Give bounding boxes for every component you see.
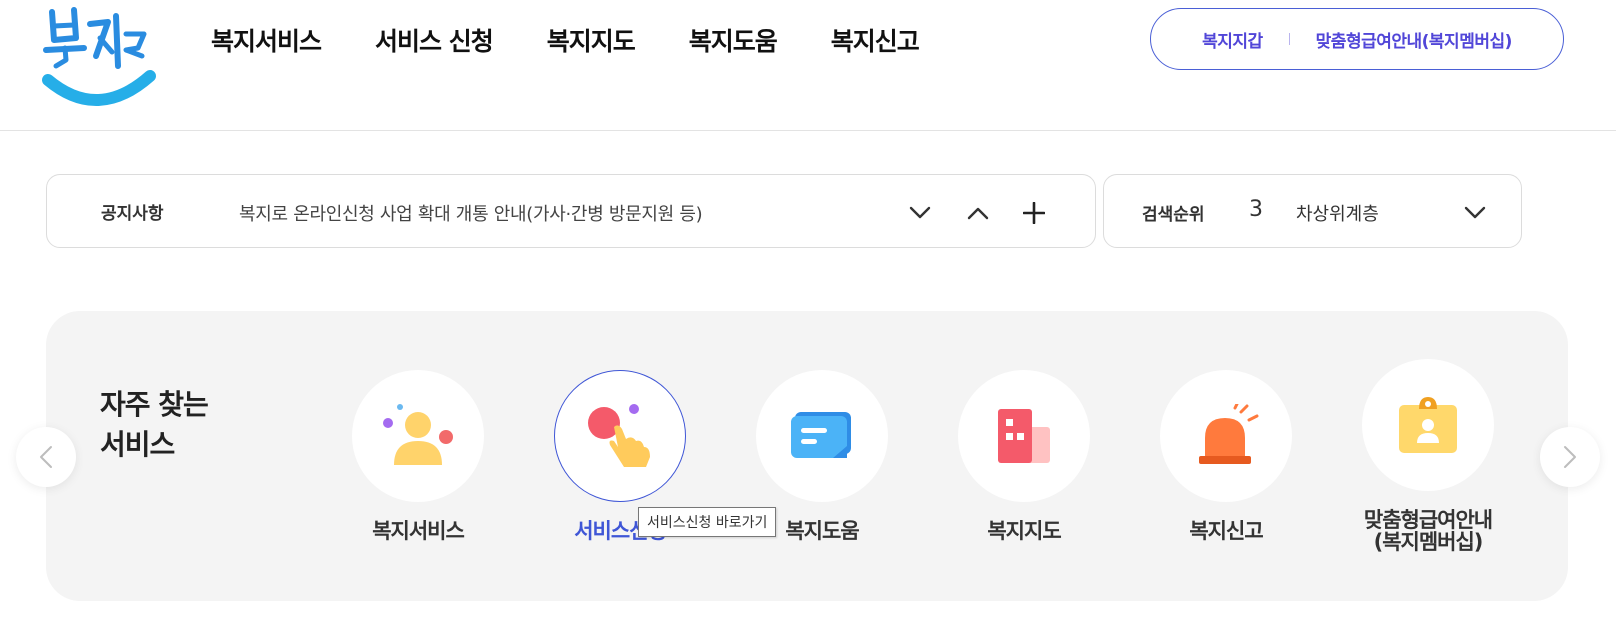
quick-item-welfare-report[interactable]: 복지신고 — [1126, 370, 1326, 542]
notice-text[interactable]: 복지로 온라인신청 사업 확대 개통 안내(가사·간병 방문지원 등) — [239, 200, 703, 226]
notice-label: 공지사항 — [101, 204, 164, 224]
logo-icon — [42, 7, 156, 106]
util-links-pill: 복지지갑 맞춤형급여안내(복지멤버십) — [1150, 8, 1564, 70]
carousel-prev-button[interactable] — [16, 427, 76, 487]
quick-item-label-line1: 맞춤형급여안내 — [1363, 508, 1493, 532]
quick-item-label: 복지신고 — [1189, 519, 1263, 543]
quick-services-panel: 자주 찾는 서비스 복지서비스 서비스신청 복지도움 복지지도 복지신고 맞춤형… — [46, 311, 1568, 601]
membership-link[interactable]: 맞춤형급여안내(복지멤버십) — [1316, 27, 1513, 52]
bokjiro-logo[interactable] — [40, 4, 160, 108]
quick-item-label: 복지지도 — [987, 519, 1061, 543]
quick-item-label: 맞춤형급여안내 (복지멤버십) — [1328, 509, 1528, 553]
quick-item-circle — [1362, 359, 1494, 491]
id-badge-icon — [1399, 397, 1457, 453]
site-header: 복지서비스 서비스 신청 복지지도 복지도움 복지신고 복지지갑 맞춤형급여안내… — [0, 0, 1616, 131]
hand-tap-icon — [588, 404, 650, 467]
main-nav: 복지서비스 서비스 신청 복지지도 복지도움 복지신고 — [211, 22, 973, 58]
search-rank-expand-button[interactable] — [1458, 196, 1492, 230]
tooltip: 서비스신청 바로가기 — [638, 507, 777, 537]
search-rank-label: 검색순위 — [1142, 205, 1205, 225]
quick-item-circle — [352, 370, 484, 502]
chevron-right-icon — [1564, 446, 1576, 468]
people-icon — [383, 404, 453, 465]
notice-bar: 공지사항 복지로 온라인신청 사업 확대 개통 안내(가사·간병 방문지원 등) — [46, 174, 1096, 248]
plus-icon — [1023, 202, 1045, 224]
quick-title-line1: 자주 찾는 — [100, 388, 209, 421]
notice-next-button[interactable] — [903, 196, 937, 230]
quick-item-membership[interactable]: 맞춤형급여안내 (복지멤버십) — [1328, 359, 1528, 553]
chevron-left-icon — [40, 446, 52, 468]
chat-icon — [791, 412, 851, 458]
welfare-wallet-link[interactable]: 복지지갑 — [1202, 27, 1263, 52]
search-rank-bar: 검색순위 3 차상위계층 — [1103, 174, 1522, 248]
quick-item-circle — [554, 370, 686, 502]
quick-item-circle — [1160, 370, 1292, 502]
nav-service-apply[interactable]: 서비스 신청 — [375, 22, 494, 58]
chevron-down-icon — [909, 206, 931, 219]
chevron-up-icon — [967, 207, 989, 220]
chevron-down-icon — [1464, 206, 1486, 219]
nav-welfare-help[interactable]: 복지도움 — [689, 22, 778, 58]
quick-item-label: 복지서비스 — [372, 519, 465, 543]
building-icon — [998, 409, 1050, 463]
nav-welfare-report[interactable]: 복지신고 — [831, 22, 920, 58]
notice-prev-button[interactable] — [961, 196, 995, 230]
quick-item-welfare-map[interactable]: 복지지도 — [924, 370, 1124, 542]
quick-services-title: 자주 찾는 서비스 — [100, 385, 209, 465]
nav-welfare-map[interactable]: 복지지도 — [547, 22, 636, 58]
quick-item-circle — [958, 370, 1090, 502]
quick-item-welfare-services[interactable]: 복지서비스 — [318, 370, 518, 542]
notice-more-button[interactable] — [1017, 196, 1051, 230]
siren-icon — [1199, 404, 1259, 464]
quick-title-line2: 서비스 — [100, 428, 175, 461]
carousel-next-button[interactable] — [1540, 427, 1600, 487]
search-rank-number: 3 — [1249, 197, 1263, 222]
divider — [1288, 33, 1290, 45]
quick-item-circle — [756, 370, 888, 502]
search-rank-term[interactable]: 차상위계층 — [1296, 200, 1379, 226]
nav-welfare-services[interactable]: 복지서비스 — [211, 22, 322, 58]
quick-item-label-line2: (복지멤버십) — [1373, 530, 1484, 554]
